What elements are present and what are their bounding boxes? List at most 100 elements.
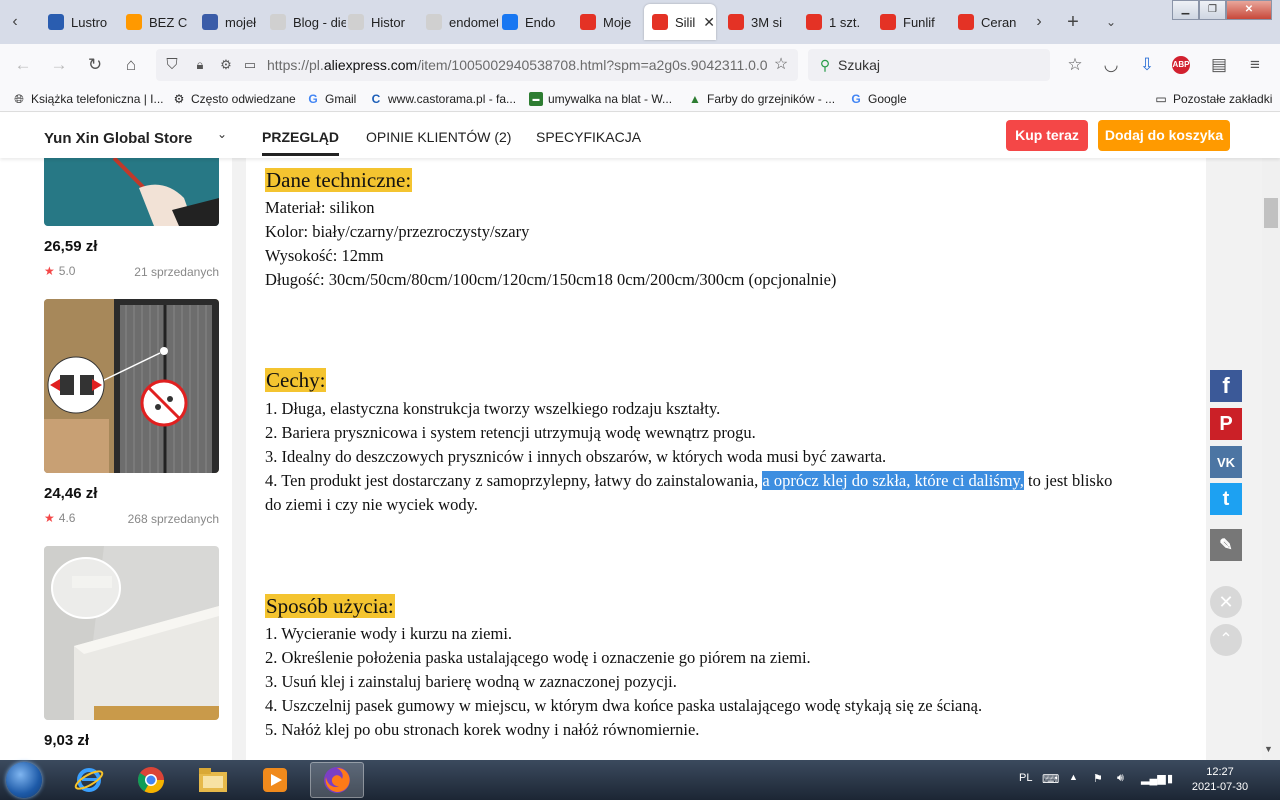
search-bar[interactable]: ⚲ Szukaj [808,49,1050,81]
blog-favicon [270,14,286,30]
product-image[interactable] [44,158,219,226]
folder-icon: ▭ [1155,92,1167,106]
buy-now-button[interactable]: Kup teraz [1006,120,1088,151]
keyboard-icon[interactable]: ⌨ [1042,772,1059,786]
tabs-scroll-right-icon[interactable]: › [1030,12,1048,32]
forward-icon[interactable]: → [48,54,70,76]
browser-tab[interactable]: Endo [494,4,568,40]
volume-icon[interactable]: 🔊︎ [1117,772,1124,785]
tabs-scroll-left-icon[interactable]: ‹ [6,12,24,32]
reader-icon[interactable]: ▤ [1208,54,1230,76]
ie-icon[interactable] [62,762,116,798]
scroll-thumb[interactable] [1264,198,1278,228]
facebook-share-icon[interactable]: f [1210,370,1242,402]
new-tab-icon[interactable]: + [1064,12,1082,32]
store-name[interactable]: Yun Xin Global Store [44,130,192,147]
downloads-icon[interactable]: ⇩ [1136,54,1158,76]
clock[interactable]: 12:27 2021-07-30 [1190,765,1250,795]
browser-tab[interactable]: Lustro [40,4,116,40]
related-products: 26,59 zł ★ 5.0 21 sprzedanych 24,46 zł ★… [0,158,232,760]
reload-icon[interactable]: ↻ [84,54,106,76]
explorer-icon[interactable] [186,762,240,798]
chrome-icon[interactable] [124,762,178,798]
text-selection[interactable]: a oprócz klej do szkła, które ci daliśmy… [762,471,1024,490]
permissions-icon[interactable]: ⚙ [215,54,237,76]
browser-tab[interactable]: BEZ C [118,4,190,40]
usage-line: 3. Usuń klej i zainstaluj barierę wodną … [265,672,677,691]
tracking-icon[interactable]: ▭ [239,54,261,76]
url-bar[interactable]: ⛉ 🔒︎ ⚙ ▭ https://pl.aliexpress.com/item/… [156,49,798,81]
browser-tab[interactable]: Moje [572,4,644,40]
product-image[interactable] [44,299,219,473]
bookmark-item[interactable]: 🌐︎ Książka telefoniczna | I... [12,90,163,108]
aliexpress-favicon [958,14,974,30]
bookmark-item[interactable]: G Gmail [306,90,356,108]
tab-label: 1 szt. [829,14,861,30]
close-window-icon[interactable]: ✕ [1226,0,1272,20]
list-tabs-icon[interactable]: ⌄ [1102,12,1120,32]
language-indicator[interactable]: PL [1019,772,1032,784]
browser-tab[interactable]: endometri [418,4,498,40]
adblock-icon[interactable]: ABP [1172,56,1190,74]
twitter-share-icon[interactable]: t [1210,483,1242,515]
vk-share-icon[interactable]: VK [1210,446,1242,478]
product-price[interactable]: 9,03 zł [44,732,89,749]
close-tab-icon[interactable]: ✕ [703,14,715,31]
network-icon[interactable]: ▂▄▆ [1141,772,1166,785]
browser-tab[interactable]: Histor [340,4,418,40]
browser-tab[interactable]: mojeł [194,4,268,40]
browser-tab[interactable]: 1 szt. [798,4,872,40]
tab-label: Moje [603,14,632,30]
collections-icon[interactable]: ☆ [1064,54,1086,76]
battery-icon[interactable]: ▮ [1167,772,1173,785]
bookmark-item[interactable]: ⚙ Często odwiedzane [172,90,296,108]
menu-icon[interactable]: ≡ [1244,54,1266,76]
product-price[interactable]: 26,59 zł [44,238,97,255]
add-to-cart-button[interactable]: Dodaj do koszyka [1098,120,1230,151]
bookmark-star-icon[interactable]: ☆ [770,54,792,76]
lock-icon[interactable]: 🔒︎ [189,54,211,76]
page-scrollbar[interactable]: ▼ [1262,158,1280,760]
bookmark-item[interactable]: Cwww.castorama.pl - fa... [369,90,516,108]
medicover-favicon [348,14,364,30]
flag-icon[interactable]: ⚑ [1093,772,1103,785]
browser-tab[interactable]: Silil ✕ [644,4,716,40]
home-icon[interactable]: ⌂ [120,54,142,76]
browser-tab[interactable]: Ceran [950,4,1024,40]
shield-icon[interactable]: ⛉ [161,54,183,76]
product-price[interactable]: 24,46 zł [44,485,97,502]
minimize-icon[interactable]: ▁ [1172,0,1199,20]
edit-icon[interactable]: ✎ [1210,529,1242,561]
tech-line: Wysokość: 12mm [265,246,384,265]
tab-label: 3M si [751,14,783,30]
bookmark-item[interactable]: ▲ Farby do grzejników - ... [688,90,835,108]
pinterest-share-icon[interactable]: P [1210,408,1242,440]
tray-expand-icon[interactable]: ▲ [1069,772,1078,782]
chevron-down-icon[interactable]: ⌄ [217,127,227,141]
url-text[interactable]: https://pl.aliexpress.com/item/100500294… [267,57,767,73]
tab-overview[interactable]: PRZEGLĄD [262,129,339,156]
tab-specification[interactable]: SPECYFIKACJA [536,129,641,145]
scroll-top-icon[interactable]: ⌃ [1210,624,1242,656]
other-bookmarks[interactable]: ▭ Pozostałe zakładki [1154,90,1272,108]
product-image[interactable] [44,546,219,720]
scroll-down-icon[interactable]: ▼ [1264,744,1273,754]
browser-tab[interactable]: Blog - diet [262,4,346,40]
google-icon: G [851,92,861,106]
bookmark-item[interactable]: ▬ umywalka na blat - W... [529,90,672,108]
close-icon[interactable]: ✕ [1210,586,1242,618]
firefox-icon[interactable] [310,762,364,798]
tab-reviews[interactable]: OPINIE KLIENTÓW (2) [366,129,511,145]
start-button[interactable] [6,762,42,798]
bookmark-item[interactable]: G Google [849,90,906,108]
ceneo-icon: ▬ [529,92,543,106]
browser-tab[interactable]: Funlif [872,4,946,40]
feature-line: do ziemi i czy nie wyciek wody. [265,495,478,514]
maximize-icon[interactable]: ❐ [1199,0,1226,20]
browser-tab[interactable]: 3M si [720,4,796,40]
back-icon[interactable]: ← [12,54,34,76]
pocket-icon[interactable]: ◡ [1100,54,1122,76]
blank-favicon [426,14,442,30]
search-input[interactable]: Szukaj [838,57,880,73]
media-player-icon[interactable] [248,762,302,798]
